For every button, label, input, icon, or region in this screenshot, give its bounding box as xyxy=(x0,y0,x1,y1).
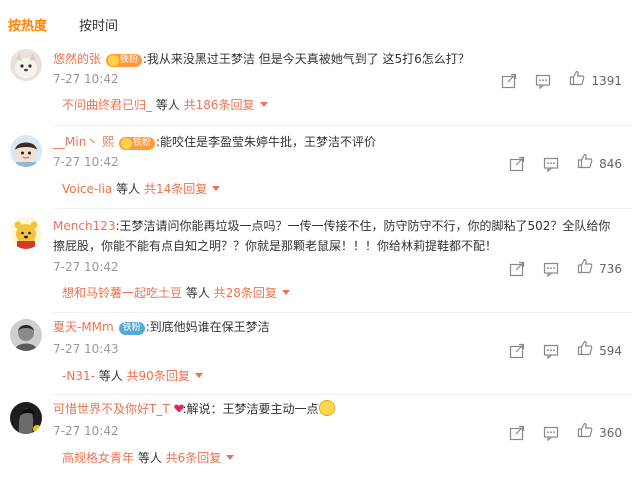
comment-meta: 7-27 10:43 594 xyxy=(53,340,622,361)
reply-count-link[interactable]: 共28条回复 xyxy=(214,286,277,300)
share-icon[interactable] xyxy=(509,425,525,441)
thumbs-up-icon xyxy=(569,70,585,91)
comment-username[interactable]: __Min丶 熙 xyxy=(53,135,114,149)
smile-emoji-icon xyxy=(318,400,335,416)
like-button[interactable]: 1391 xyxy=(569,70,622,91)
comment-text: :到底他妈谁在保王梦洁 xyxy=(145,320,270,334)
triangle-down-icon[interactable] xyxy=(212,186,221,191)
comment-username[interactable]: 悠然的张 xyxy=(53,52,101,66)
like-count: 594 xyxy=(599,343,622,358)
share-icon[interactable] xyxy=(509,343,525,359)
comment-content: __Min丶 熙 铁粉:能咬住是李盈莹朱婷牛批，王梦洁不评价 xyxy=(53,131,622,153)
replies-summary: Voice-lia 等人 共14条回复 xyxy=(62,180,221,198)
thumbs-up-icon xyxy=(577,153,593,174)
share-icon[interactable] xyxy=(509,156,525,172)
avatar[interactable] xyxy=(10,135,42,167)
triangle-down-icon[interactable] xyxy=(281,290,290,295)
fan-badge: 铁粉 xyxy=(118,137,155,150)
comment-time: 7-27 10:43 xyxy=(53,342,119,356)
comment-icon[interactable] xyxy=(535,73,551,89)
triangle-down-icon[interactable] xyxy=(259,102,268,107)
fan-badge: 铁粉 xyxy=(105,54,142,67)
like-count: 736 xyxy=(599,261,622,276)
comment-actions: 846 xyxy=(491,153,622,174)
replies-summary: 高规格女青年 等人 共6条回复 xyxy=(62,449,235,467)
comment-icon[interactable] xyxy=(543,425,559,441)
comment-text: :能咬住是李盈莹朱婷牛批，王梦洁不评价 xyxy=(155,135,376,149)
reply-connector: 等人 xyxy=(112,182,144,196)
triangle-down-icon[interactable] xyxy=(226,455,235,460)
comment-content: Mench123:王梦洁请问你能再垃圾一点吗？一传一传接不住，防守防守不行，你的… xyxy=(53,215,622,237)
comment-meta: 7-27 10:42 360 xyxy=(53,422,622,443)
comment-content: 夏天-MMm 铁粉:到底他妈谁在保王梦洁 xyxy=(53,316,622,338)
avatar[interactable] xyxy=(10,402,42,434)
comment-meta: 7-27 10:42 846 xyxy=(53,153,622,174)
reply-connector: 等人 xyxy=(152,98,184,112)
like-count: 360 xyxy=(599,425,622,440)
avatar[interactable] xyxy=(10,49,42,81)
comment-username[interactable]: Mench123 xyxy=(53,219,115,233)
comment-time: 7-27 10:42 xyxy=(53,260,119,274)
comment-icon[interactable] xyxy=(543,261,559,277)
comment-text: :王梦洁请问你能再垃圾一点吗？一传一传接不住，防守防守不行，你的脚粘了502？全… xyxy=(115,219,611,233)
like-count: 846 xyxy=(599,156,622,171)
comment-icon[interactable] xyxy=(543,156,559,172)
comment-time: 7-27 10:42 xyxy=(53,155,119,169)
replies-summary: 想和马铃薯一起吃土豆 等人 共28条回复 xyxy=(62,284,290,302)
replies-summary: 不问曲终君已归_ 等人 共186条回复 xyxy=(62,96,268,114)
reply-connector: 等人 xyxy=(182,286,214,300)
comment-actions: 594 xyxy=(491,340,622,361)
share-icon[interactable] xyxy=(509,261,525,277)
like-button[interactable]: 736 xyxy=(577,258,622,279)
comment-time: 7-27 10:42 xyxy=(53,424,119,438)
reply-count-link[interactable]: 共186条回复 xyxy=(184,98,255,112)
comment-actions: 736 xyxy=(491,258,622,279)
reply-connector: 等人 xyxy=(94,369,127,383)
comment-actions: 360 xyxy=(491,422,622,443)
fan-badge: 铁粉 xyxy=(118,322,145,335)
avatar[interactable] xyxy=(10,217,42,249)
comment-username[interactable]: 夏天-MMm xyxy=(53,320,114,334)
replies-summary: -N31- 等人 共90条回复 xyxy=(62,367,203,385)
reply-username[interactable]: 不问曲终君已归_ xyxy=(62,98,152,112)
tab-by-hotness[interactable]: 按热度 xyxy=(8,15,47,34)
reply-username[interactable]: 想和马铃薯一起吃土豆 xyxy=(62,286,182,300)
like-button[interactable]: 846 xyxy=(577,153,622,174)
avatar[interactable] xyxy=(10,319,42,351)
comment-content: 可惜世界不及你好T_T :解说：王梦洁要主动一点 xyxy=(53,398,622,420)
comment-time: 7-27 10:42 xyxy=(53,72,119,86)
thumbs-up-icon xyxy=(577,258,593,279)
reply-username[interactable]: -N31- xyxy=(62,369,95,383)
divider xyxy=(53,125,632,126)
divider xyxy=(53,312,632,313)
comment-text-continued: 擦屁股，你能不能有点自知之明？？你就是那颗老鼠屎！！！你给林莉提鞋都不配！ xyxy=(53,239,498,253)
tab-by-time[interactable]: 按时间 xyxy=(79,15,118,34)
comment-username[interactable]: 可惜世界不及你好T_T xyxy=(53,402,170,416)
like-button[interactable]: 360 xyxy=(577,422,622,443)
thumbs-up-icon xyxy=(577,340,593,361)
reply-username[interactable]: 高规格女青年 xyxy=(62,451,134,465)
reply-count-link[interactable]: 共90条回复 xyxy=(127,369,190,383)
thumbs-up-icon xyxy=(577,422,593,443)
comment-text: :我从来没黑过王梦洁 但是今天真被她气到了 这5打6怎么打？ xyxy=(142,52,470,66)
comment-meta: 7-27 10:42 1391 xyxy=(53,70,622,91)
reply-count-link[interactable]: 共6条回复 xyxy=(166,451,222,465)
comment-actions: 1391 xyxy=(483,70,622,91)
comment-meta: 7-27 10:42 736 xyxy=(53,258,622,279)
reply-username[interactable]: Voice-lia xyxy=(62,182,112,196)
reply-count-link[interactable]: 共14条回复 xyxy=(144,182,207,196)
divider xyxy=(53,208,632,209)
sort-tabs: 按热度 按时间 xyxy=(8,14,150,34)
like-count: 1391 xyxy=(591,73,622,88)
comment-icon[interactable] xyxy=(543,343,559,359)
reply-connector: 等人 xyxy=(134,451,166,465)
comment-content: 悠然的张 铁粉:我从来没黑过王梦洁 但是今天真被她气到了 这5打6怎么打？ xyxy=(53,48,622,70)
like-button[interactable]: 594 xyxy=(577,340,622,361)
comment-text: :解说：王梦洁要主动一点 xyxy=(182,402,319,416)
triangle-down-icon[interactable] xyxy=(194,373,203,378)
divider xyxy=(53,394,632,395)
share-icon[interactable] xyxy=(501,73,517,89)
